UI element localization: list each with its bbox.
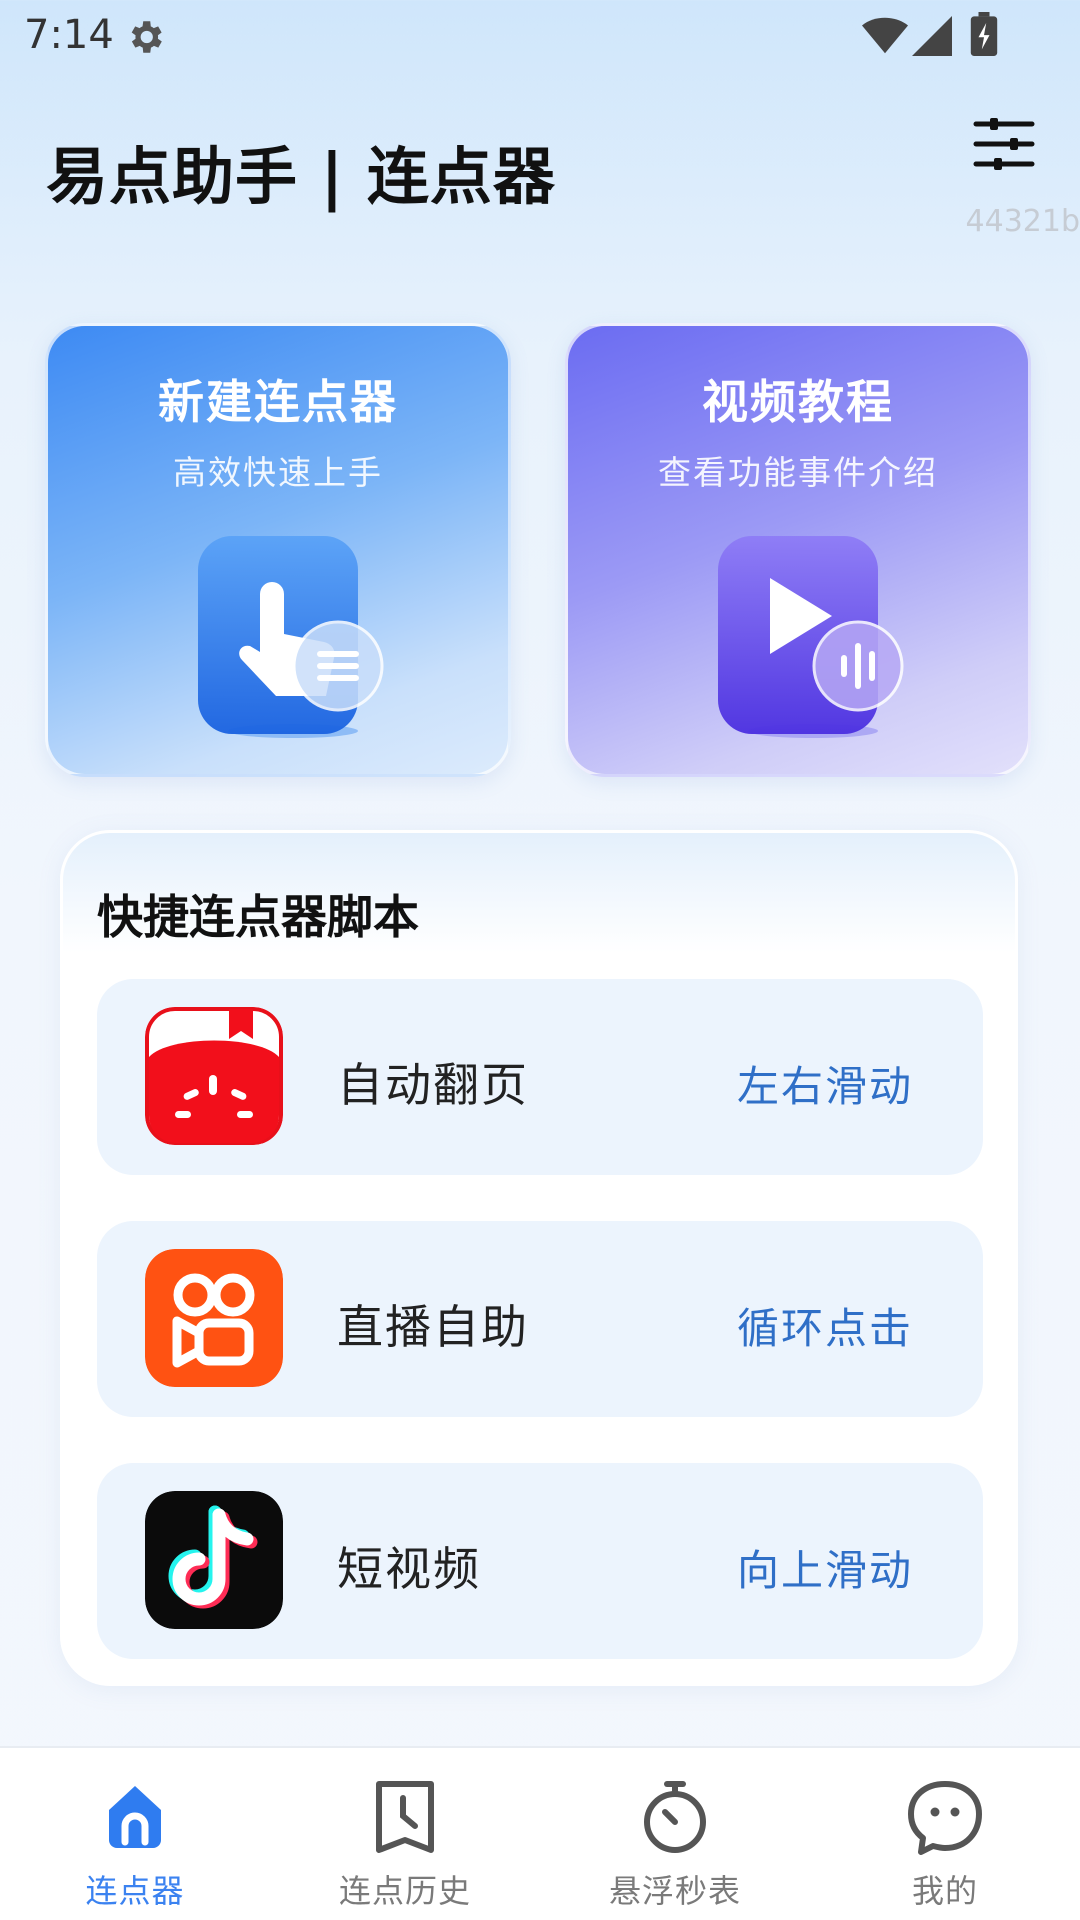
tab-floating-stopwatch[interactable]: 悬浮秒表 [540,1748,810,1920]
script-name: 直播自助 [337,1300,529,1354]
play-video-icon [718,536,904,738]
tab-clicker[interactable]: 连点器 [0,1748,270,1920]
panel-title: 快捷连点器脚本 [97,890,419,944]
script-action: 左右滑动 [737,1062,914,1111]
video-tutorial-card[interactable]: 视频教程 查看功能事件介绍 [565,323,1031,777]
card-subtitle: 高效快速上手 [173,453,383,492]
quick-scripts-panel: 快捷连点器脚本 自动翻页 左右滑动 直播自助 循环点击 短视频 向上滑动 [60,830,1018,1686]
new-clicker-card[interactable]: 新建连点器 高效快速上手 [45,323,511,777]
script-action: 循环点击 [737,1304,914,1353]
version-code: 44321b [965,204,1080,239]
script-action: 向上滑动 [737,1546,914,1595]
gear-icon [131,21,162,53]
script-item-short-video[interactable]: 短视频 向上滑动 [97,1463,983,1659]
tap-hand-icon [198,536,384,738]
douyin-app-icon [145,1491,283,1629]
wifi-icon [862,17,908,54]
script-name: 自动翻页 [337,1058,529,1112]
tab-label: 连点历史 [338,1872,471,1910]
tab-mine[interactable]: 我的 [810,1748,1080,1920]
tab-label: 悬浮秒表 [608,1872,741,1910]
signal-icon [912,16,952,56]
card-title: 视频教程 [702,375,894,429]
script-name: 短视频 [337,1542,481,1596]
kuaishou-app-icon [145,1249,283,1387]
stopwatch-icon [644,1781,706,1853]
status-time: 7:14 [24,12,114,58]
battery-charging-icon [970,12,998,56]
sliders-icon[interactable] [972,116,1036,172]
app-title: 易点助手 | 连点器 [46,140,556,213]
script-item-auto-page-turn[interactable]: 自动翻页 左右滑动 [97,979,983,1175]
home-icon [109,1786,161,1848]
card-title: 新建连点器 [158,375,398,429]
status-bar: 7:14 [0,0,1080,80]
bottom-nav: 连点器 连点历史 悬浮秒表 我的 [0,1746,1080,1920]
script-item-live-assist[interactable]: 直播自助 循环点击 [97,1221,983,1417]
history-clock-icon [376,1781,434,1853]
tab-label: 我的 [911,1872,978,1910]
tab-click-history[interactable]: 连点历史 [270,1748,540,1920]
tomato-novel-app-icon [145,1007,283,1145]
profile-face-icon [908,1781,982,1855]
card-subtitle: 查看功能事件介绍 [658,453,938,492]
tab-label: 连点器 [85,1872,185,1910]
